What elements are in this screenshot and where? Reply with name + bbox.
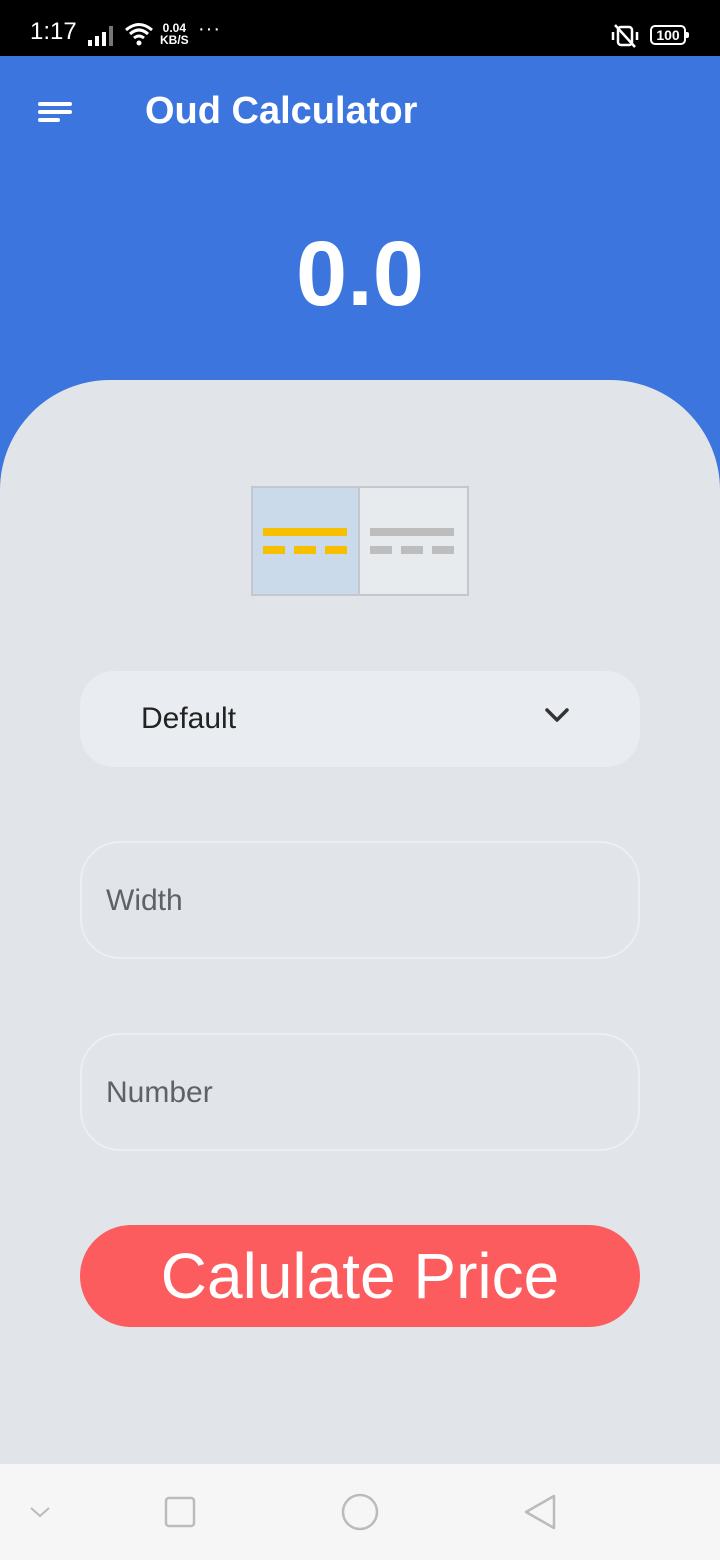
calculator-card: Default Calulate Price: [0, 380, 720, 1464]
back-icon[interactable]: [518, 1490, 562, 1534]
wifi-icon: [125, 23, 153, 46]
collapse-icon[interactable]: [18, 1490, 62, 1534]
signal-icon: [88, 26, 113, 46]
single-line-layout-icon: [370, 528, 454, 536]
status-bar: 1:17 0.04 KB/S ··· 100: [0, 0, 720, 56]
network-speed: 0.04 KB/S: [160, 22, 189, 46]
network-speed-unit: KB/S: [160, 33, 189, 47]
system-navigation-bar: [0, 1464, 720, 1560]
dash-line-icon: [370, 546, 454, 554]
layout-option-unselected[interactable]: [360, 488, 467, 594]
chevron-down-icon: [545, 708, 569, 722]
layout-toggle: [251, 486, 469, 596]
battery-indicator: 100: [650, 25, 689, 45]
vibrate-mute-icon: [611, 24, 639, 48]
home-icon[interactable]: [338, 1490, 382, 1534]
dash-line-icon: [263, 546, 347, 554]
number-field: [80, 1033, 640, 1151]
single-line-layout-icon: [263, 528, 347, 536]
status-time: 1:17: [30, 18, 77, 45]
recents-icon[interactable]: [158, 1490, 202, 1534]
app-bar: Oud Calculator: [0, 56, 720, 166]
number-input[interactable]: [104, 1035, 618, 1151]
calculate-price-button[interactable]: Calulate Price: [80, 1225, 640, 1327]
width-field: [80, 841, 640, 959]
menu-icon[interactable]: [38, 102, 74, 122]
type-dropdown[interactable]: Default: [80, 671, 640, 767]
dropdown-selected-value: Default: [141, 702, 237, 735]
more-notifications-icon: ···: [198, 18, 221, 40]
page-title: Oud Calculator: [145, 90, 418, 132]
result-value: 0.0: [296, 223, 424, 325]
layout-option-selected[interactable]: [253, 488, 360, 594]
width-input[interactable]: [104, 843, 618, 959]
